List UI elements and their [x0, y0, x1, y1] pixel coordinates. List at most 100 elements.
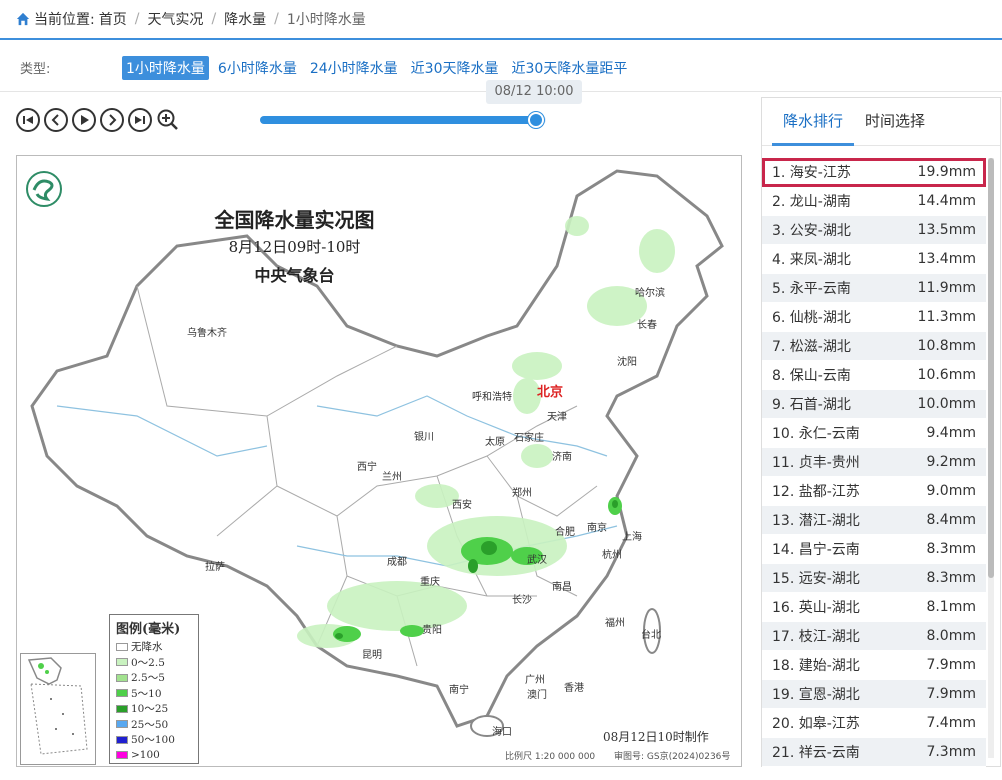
type-option-1h[interactable]: 1小时降水量 [122, 55, 209, 80]
ranking-row[interactable]: 4. 来凤-湖北 13.4mm [762, 245, 986, 274]
ranking-row[interactable]: 21. 祥云-云南 7.3mm [762, 738, 986, 767]
type-option-6h[interactable]: 6小时降水量 [214, 56, 301, 80]
city-label: 台北 [641, 630, 661, 641]
play-button[interactable] [72, 108, 96, 132]
ranking-row[interactable]: 10. 永仁-云南 9.4mm [762, 419, 986, 448]
tab-time-select[interactable]: 时间选择 [854, 98, 936, 146]
ranking-row[interactable]: 12. 盐都-江苏 9.0mm [762, 477, 986, 506]
legend-label: 10～25 [131, 703, 169, 716]
tab-precip-ranking[interactable]: 降水排行 [772, 98, 855, 146]
ranking-row[interactable]: 14. 昌宁-云南 8.3mm [762, 535, 986, 564]
type-option-30d[interactable]: 近30天降水量 [407, 56, 503, 80]
ranking-row[interactable]: 8. 保山-云南 10.6mm [762, 361, 986, 390]
legend-item: 0～2.5 [116, 655, 192, 671]
ranking-station: 20. 如皋-江苏 [772, 716, 860, 732]
city-label: 成都 [387, 557, 407, 568]
prev-icon [51, 114, 59, 126]
ranking-station: 3. 公安-湖北 [772, 223, 851, 239]
map-legend: 图例(毫米) 无降水 0～2.5 2.5～5 5～10 10～25 25～50 50～100… [109, 614, 199, 764]
slider-thumb[interactable] [527, 112, 544, 128]
city-label: 上海 [622, 532, 642, 543]
type-option-30d-anomaly[interactable]: 近30天降水量距平 [508, 56, 632, 80]
city-label: 广州 [525, 675, 545, 686]
city-label: 杭州 [602, 550, 622, 561]
ranking-value: 9.4mm [926, 425, 976, 441]
ranking-row[interactable]: 15. 远安-湖北 8.3mm [762, 564, 986, 593]
ranking-station: 1. 海安-江苏 [772, 165, 851, 181]
last-frame-button[interactable] [128, 108, 152, 132]
ranking-row[interactable]: 6. 仙桃-湖北 11.3mm [762, 303, 986, 332]
ranking-station: 6. 仙桃-湖北 [772, 310, 851, 326]
city-label: 呼和浩特 [472, 392, 512, 403]
breadcrumb-precip-link[interactable]: 降水量 [224, 9, 266, 29]
ranking-value: 13.5mm [917, 222, 976, 238]
ranking-row[interactable]: 2. 龙山-湖南 14.4mm [762, 187, 986, 216]
ranking-station: 16. 英山-湖北 [772, 600, 860, 616]
ranking-scrollbar[interactable] [988, 158, 994, 758]
city-label: 哈尔滨 [635, 288, 665, 299]
breadcrumb-home-link[interactable]: 首页 [99, 9, 127, 29]
zoom-in-icon [157, 109, 178, 130]
time-slider[interactable] [260, 112, 546, 128]
legend-label: 25～50 [131, 718, 169, 731]
ranking-value: 8.3mm [926, 570, 976, 586]
city-label: 贵阳 [422, 625, 442, 636]
ranking-row[interactable]: 3. 公安-湖北 13.5mm [762, 216, 986, 245]
next-frame-button[interactable] [100, 108, 124, 132]
ranking-row[interactable]: 13. 潜江-湖北 8.4mm [762, 506, 986, 535]
legend-items: 无降水 0～2.5 2.5～5 5～10 10～25 25～50 50～100 >100 [116, 639, 192, 763]
first-frame-button[interactable] [16, 108, 40, 132]
city-label: 澳门 [527, 690, 547, 701]
ranking-row[interactable]: 9. 石首-湖北 10.0mm [762, 390, 986, 419]
ranking-station: 15. 远安-湖北 [772, 571, 860, 587]
ranking-station: 19. 宣恩-湖北 [772, 687, 860, 703]
ranking-station: 14. 昌宁-云南 [772, 542, 860, 558]
legend-label: 无降水 [131, 641, 163, 654]
city-label: 郑州 [512, 488, 532, 499]
legend-swatch [116, 735, 128, 744]
breadcrumb-weather-link[interactable]: 天气实况 [147, 9, 203, 29]
ranking-station: 21. 祥云-云南 [772, 745, 860, 761]
first-icon [23, 116, 33, 124]
map-subtitle: 8月12日09时-10时 [228, 238, 361, 256]
zoom-in-button[interactable] [156, 108, 180, 132]
scrollbar-thumb[interactable] [988, 158, 994, 578]
city-label: 兰州 [382, 472, 402, 483]
ranking-row[interactable]: 17. 枝江-湖北 8.0mm [762, 622, 986, 651]
city-label: 乌鲁木齐 [187, 328, 227, 339]
ranking-row[interactable]: 5. 永平-云南 11.9mm [762, 274, 986, 303]
ranking-row[interactable]: 20. 如皋-江苏 7.4mm [762, 709, 986, 738]
panel-tabs: 降水排行 时间选择 [762, 98, 1000, 146]
play-icon [81, 115, 89, 125]
ranking-row[interactable]: 19. 宣恩-湖北 7.9mm [762, 680, 986, 709]
city-label: 香港 [564, 683, 584, 694]
breadcrumb-separator: / [211, 11, 217, 27]
legend-label: 5～10 [131, 687, 162, 700]
legend-swatch [116, 751, 128, 760]
slider-tooltip: 08/12 10:00 [486, 80, 582, 104]
ranking-row[interactable]: 16. 英山-湖北 8.1mm [762, 593, 986, 622]
ranking-station: 8. 保山-云南 [772, 368, 851, 384]
ranking-row[interactable]: 7. 松滋-湖北 10.8mm [762, 332, 986, 361]
breadcrumb-separator: / [134, 11, 140, 27]
next-icon [109, 114, 117, 126]
legend-item: >100 [116, 748, 192, 764]
ranking-value: 7.9mm [926, 657, 976, 673]
ranking-row[interactable]: 11. 贞丰-贵州 9.2mm [762, 448, 986, 477]
type-option-24h[interactable]: 24小时降水量 [306, 56, 402, 80]
ranking-value: 11.3mm [917, 309, 976, 325]
city-label: 长春 [637, 320, 657, 331]
ranking-row[interactable]: 1. 海安-江苏 19.9mm [762, 158, 986, 187]
breadcrumb-label: 当前位置: [34, 12, 95, 28]
legend-item: 10～25 [116, 701, 192, 717]
ranking-row[interactable]: 18. 建始-湖北 7.9mm [762, 651, 986, 680]
legend-swatch [116, 704, 128, 713]
legend-label: >100 [131, 749, 160, 762]
slider-fill [260, 116, 536, 124]
legend-label: 0～2.5 [131, 656, 165, 669]
ranking-value: 7.4mm [926, 715, 976, 731]
legend-item: 50～100 [116, 732, 192, 748]
ranking-value: 10.0mm [917, 396, 976, 412]
prev-frame-button[interactable] [44, 108, 68, 132]
city-label: 沈阳 [617, 357, 637, 368]
